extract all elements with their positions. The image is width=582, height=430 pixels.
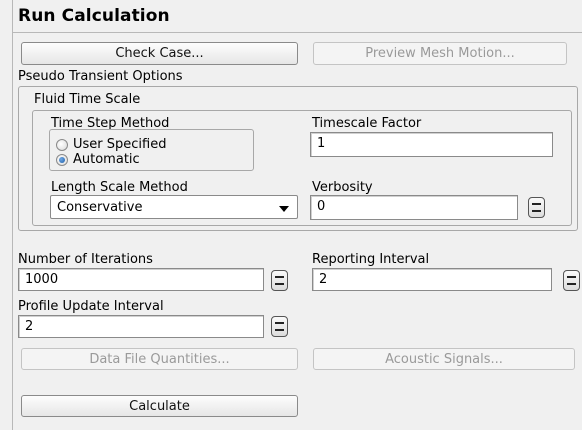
radio-automatic-circle[interactable]	[56, 153, 68, 166]
spinner-down-icon	[532, 210, 541, 212]
profile-update-spinner[interactable]	[271, 316, 288, 337]
timescale-factor-input[interactable]: 1	[310, 132, 553, 157]
spinner-up-icon	[275, 322, 284, 324]
title-divider	[12, 32, 582, 33]
reporting-interval-label: Reporting Interval	[312, 252, 430, 267]
panel-title: Run Calculation	[18, 6, 170, 26]
length-scale-method-label: Length Scale Method	[51, 180, 188, 195]
acoustic-signals-button[interactable]: Acoustic Signals...	[313, 348, 575, 370]
spinner-down-icon	[275, 329, 284, 331]
spinner-up-icon	[275, 276, 284, 278]
spinner-down-icon	[567, 283, 576, 285]
iterations-spinner[interactable]	[271, 270, 288, 291]
spinner-down-icon	[275, 283, 284, 285]
length-scale-method-value: Conservative	[57, 200, 143, 215]
timescale-factor-label: Timescale Factor	[312, 116, 422, 131]
iterations-label: Number of Iterations	[18, 252, 153, 267]
radio-user-specified-circle[interactable]	[56, 138, 68, 151]
pseudo-transient-label: Pseudo Transient Options	[18, 69, 183, 84]
preview-mesh-motion-button[interactable]: Preview Mesh Motion...	[313, 42, 567, 65]
fluid-time-scale-label: Fluid Time Scale	[34, 92, 141, 107]
spinner-up-icon	[567, 276, 576, 278]
verbosity-spinner[interactable]	[528, 197, 545, 218]
radio-user-specified[interactable]: User Specified	[56, 137, 166, 152]
profile-update-input[interactable]: 2	[18, 315, 264, 338]
verbosity-input[interactable]: 0	[310, 195, 518, 220]
radio-user-specified-label: User Specified	[73, 137, 167, 152]
check-case-button[interactable]: Check Case...	[21, 42, 298, 65]
reporting-interval-spinner[interactable]	[563, 270, 580, 291]
length-scale-method-dropdown[interactable]: Conservative	[50, 195, 298, 219]
radio-automatic[interactable]: Automatic	[56, 152, 140, 167]
profile-update-label: Profile Update Interval	[18, 299, 164, 314]
radio-automatic-label: Automatic	[73, 152, 140, 167]
spinner-up-icon	[532, 203, 541, 205]
iterations-input[interactable]: 1000	[18, 268, 264, 291]
data-file-quantities-button[interactable]: Data File Quantities...	[21, 348, 298, 370]
verbosity-label: Verbosity	[312, 180, 373, 195]
chevron-down-icon	[279, 206, 289, 212]
calculate-button[interactable]: Calculate	[21, 395, 298, 417]
reporting-interval-input[interactable]: 2	[312, 268, 552, 291]
